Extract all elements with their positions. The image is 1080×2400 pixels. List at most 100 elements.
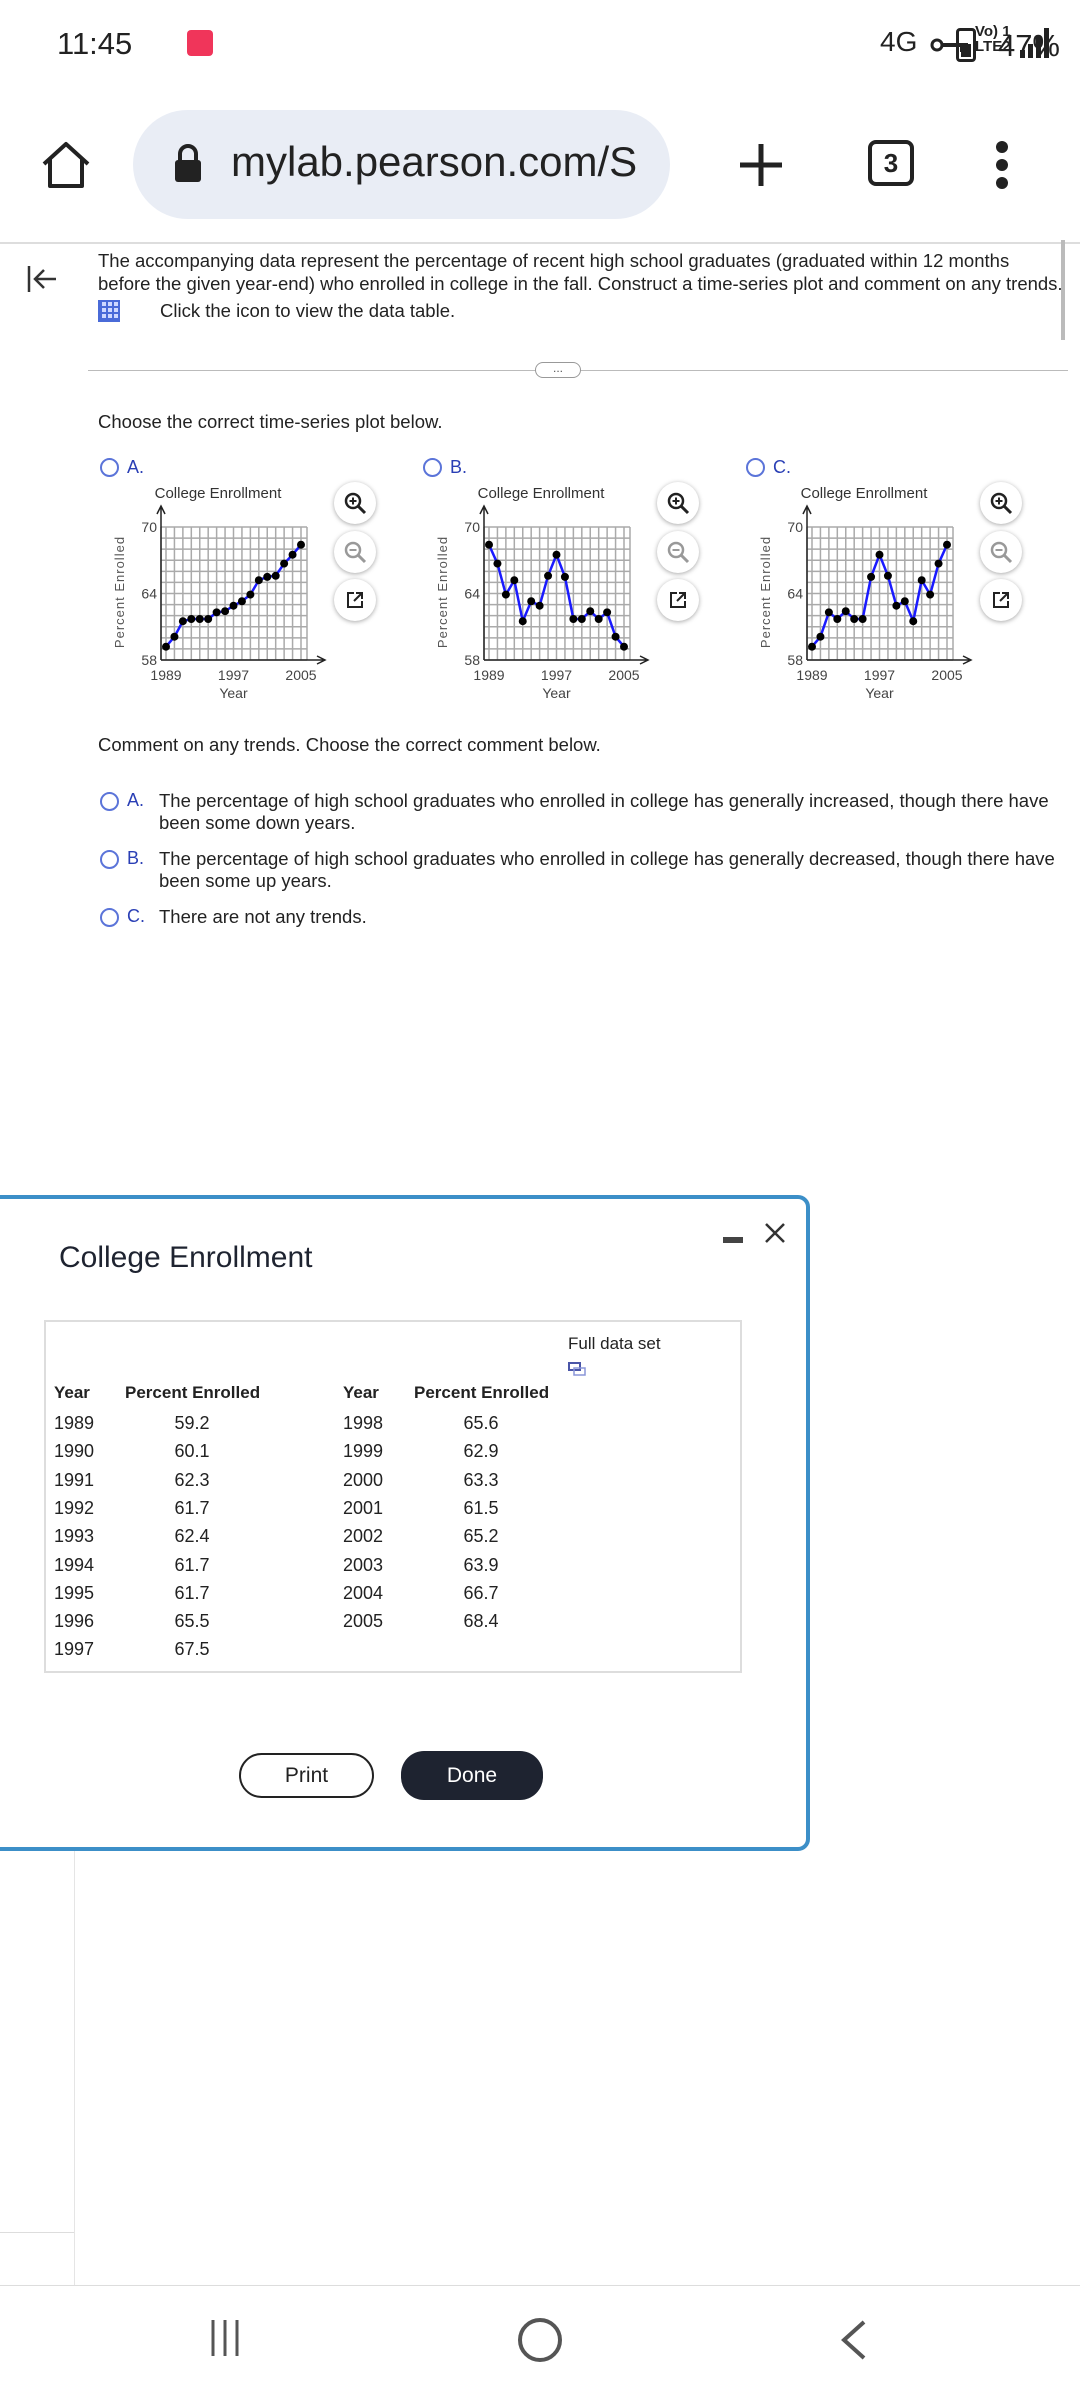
recent-apps-icon[interactable]	[208, 2318, 242, 2363]
y-axis-label: Percent Enrolled	[435, 536, 450, 648]
y-tick-label: 58	[464, 652, 480, 668]
option-label: C.	[127, 906, 145, 926]
url-bar[interactable]: mylab.pearson.com/S	[133, 110, 670, 219]
plot-option-b[interactable]: B. College Enrollment 58 64 70 1989 1997 2005 Ye…	[423, 450, 723, 710]
external-link-icon	[670, 592, 686, 608]
year-cell: 2000	[343, 1469, 384, 1490]
x-tick-label: 1997	[541, 667, 572, 683]
data-point	[917, 576, 926, 585]
year-cell: 1997	[54, 1639, 95, 1660]
percent-cell: 59.2	[174, 1413, 210, 1433]
x-tick-label: 2005	[285, 667, 316, 683]
lock-icon	[173, 144, 203, 189]
radio-button[interactable]	[100, 850, 119, 869]
time-series-chart: 58 64 70 1989 1997 2005 Year Percent Enrolled	[112, 504, 327, 701]
data-point	[280, 559, 289, 568]
data-point	[569, 614, 578, 623]
battery-icon	[956, 28, 976, 62]
time-series-chart: 58 64 70 1989 1997 2005 Year Percent Enrolled	[435, 504, 650, 701]
table-link-text[interactable]: Click the icon to view the data table.	[160, 300, 455, 322]
option-text: The percentage of high school graduates …	[159, 790, 1049, 811]
column-header: Year	[343, 1383, 379, 1402]
data-point	[560, 572, 569, 581]
scrollbar[interactable]	[1061, 240, 1065, 340]
x-axis-label: Year	[542, 685, 571, 701]
x-tick-label: 1997	[864, 667, 895, 683]
data-table-icon[interactable]	[98, 300, 120, 322]
minimize-button[interactable]	[723, 1237, 743, 1243]
zoom-in-button[interactable]	[334, 482, 376, 524]
data-point	[518, 617, 527, 626]
percent-cell: 65.6	[463, 1413, 499, 1433]
copy-data-icon[interactable]	[568, 1362, 586, 1376]
plot-option-a[interactable]: A. College Enrollment 58 64 70 1989 1997 2005 Ye…	[100, 450, 400, 710]
zoom-in-button[interactable]	[980, 482, 1022, 524]
year-cell: 1990	[54, 1441, 95, 1462]
zoom-in-icon	[667, 492, 690, 515]
home-button[interactable]	[518, 2318, 562, 2362]
data-point	[909, 617, 918, 626]
x-tick-label: 1989	[473, 667, 504, 683]
dialog-title: College Enrollment	[59, 1241, 313, 1274]
data-point	[493, 559, 502, 568]
data-point	[544, 571, 553, 580]
data-point	[535, 601, 544, 610]
network-type: 4G	[880, 26, 918, 57]
data-point	[510, 576, 519, 585]
back-icon[interactable]	[838, 2318, 868, 2367]
data-point	[254, 576, 263, 585]
menu-icon[interactable]	[994, 140, 1010, 195]
collapse-panel-icon[interactable]	[26, 264, 58, 299]
print-button[interactable]: Print	[239, 1753, 374, 1798]
data-point	[926, 590, 935, 599]
y-tick-label: 64	[787, 586, 803, 602]
year-cell: 1996	[54, 1611, 95, 1632]
zoom-in-button[interactable]	[657, 482, 699, 524]
x-tick-label: 2005	[931, 667, 962, 683]
zoom-out-button[interactable]	[657, 531, 699, 573]
data-point	[187, 614, 196, 623]
year-cell: 1992	[54, 1497, 95, 1518]
close-button[interactable]	[763, 1221, 787, 1250]
radio-button[interactable]	[100, 792, 119, 811]
home-icon[interactable]	[40, 140, 92, 195]
divider	[0, 242, 1080, 244]
data-point	[501, 590, 510, 599]
data-point	[934, 559, 943, 568]
expand-more-button[interactable]: ...	[535, 362, 581, 378]
y-tick-label: 70	[141, 519, 157, 535]
new-tab-icon[interactable]	[736, 140, 786, 195]
done-button[interactable]: Done	[401, 1751, 543, 1800]
data-point	[594, 614, 603, 623]
open-new-window-button[interactable]	[657, 579, 699, 621]
grid	[160, 526, 308, 661]
plot-option-c[interactable]: C. College Enrollment 58 64 70 1989 1997 2005 Ye…	[746, 450, 1046, 710]
data-point	[552, 550, 561, 559]
option-text: There are not any trends.	[159, 906, 367, 927]
data-point	[892, 601, 901, 610]
year-cell: 1994	[54, 1554, 95, 1575]
data-point	[841, 607, 850, 616]
percent-cell: 65.5	[174, 1611, 210, 1632]
zoom-in-icon	[344, 492, 367, 515]
zoom-out-icon	[667, 541, 690, 564]
zoom-out-button[interactable]	[334, 531, 376, 573]
year-cell: 1999	[343, 1441, 384, 1462]
data-point	[808, 642, 816, 651]
open-new-window-button[interactable]	[334, 579, 376, 621]
external-link-icon	[347, 592, 363, 608]
data-point	[577, 614, 586, 623]
tab-count-button[interactable]: 3	[868, 140, 914, 186]
zoom-out-button[interactable]	[980, 531, 1022, 573]
data-point	[212, 608, 221, 617]
choose-plot-prompt: Choose the correct time-series plot belo…	[98, 411, 443, 432]
option-text-cont: been some up years.	[159, 870, 332, 891]
percent-cell: 68.4	[463, 1611, 499, 1632]
data-point	[195, 614, 204, 623]
y-tick-label: 70	[787, 519, 803, 535]
radio-button[interactable]	[100, 908, 119, 927]
battery-percent: 47%	[997, 28, 1060, 63]
data-table-dialog: College Enrollment Full data set Year Per…	[0, 1195, 810, 1851]
data-point	[527, 597, 536, 606]
open-new-window-button[interactable]	[980, 579, 1022, 621]
